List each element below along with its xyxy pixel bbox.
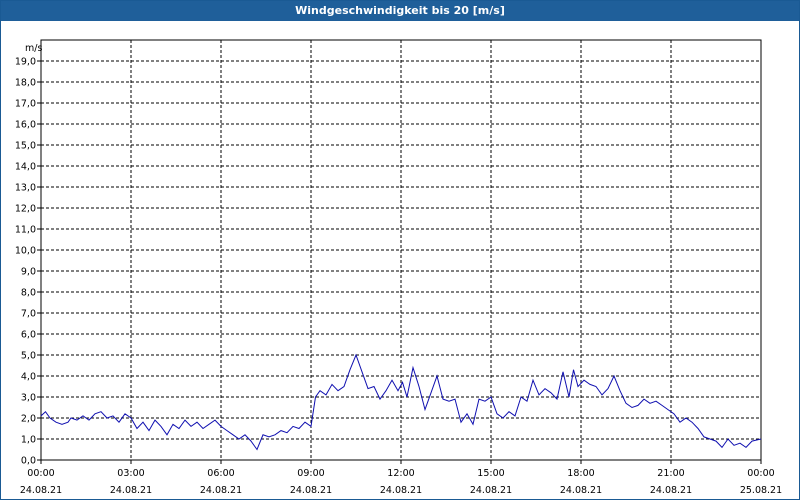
window-title: Windgeschwindigkeit bis 20 [m/s] [1,1,799,21]
y-axis-unit-label: m/s [25,43,42,54]
chart-window: Windgeschwindigkeit bis 20 [m/s] m/s 0,0… [0,0,800,500]
x-tick-time-label: 00:00 [747,468,774,479]
y-tick-label: 9,0 [21,267,36,278]
x-tick-date-label: 25.08.21 [740,485,782,496]
y-tick-label: 5,0 [21,351,36,362]
x-tick-time-label: 21:00 [657,468,684,479]
x-tick-date-label: 24.08.21 [110,485,152,496]
y-tick-label: 18,0 [15,78,36,89]
y-tick-label: 7,0 [21,309,36,320]
x-tick-time-label: 12:00 [387,468,414,479]
x-tick-time-label: 09:00 [297,468,324,479]
x-tick-time-label: 15:00 [477,468,504,479]
x-tick-date-label: 24.08.21 [380,485,422,496]
x-tick-date-label: 24.08.21 [20,485,62,496]
y-tick-label: 19,0 [15,57,36,68]
y-tick-label: 3,0 [21,393,36,404]
x-tick-date-label: 24.08.21 [290,485,332,496]
grid [41,40,761,460]
x-tick-time-label: 06:00 [207,468,234,479]
y-tick-label: 12,0 [15,204,36,215]
x-tick-time-label: 00:00 [27,468,54,479]
y-tick-label: 0,0 [21,456,36,467]
y-tick-label: 10,0 [15,246,36,257]
x-tick-date-label: 24.08.21 [560,485,602,496]
wind-speed-chart: m/s 0,0 1,0 2,0 3,0 4,0 5,0 6,0 7,0 8,0 9,0 10,0 11… [15,39,782,496]
x-tick-date-label: 24.08.21 [650,485,692,496]
y-tick-label: 16,0 [15,120,36,131]
y-tick-labels: 0,0 1,0 2,0 3,0 4,0 5,0 6,0 7,0 8,0 9,0 10,0 11,0 12… [15,57,36,467]
y-tick-label: 1,0 [21,435,36,446]
axes [37,39,762,464]
y-tick-label: 2,0 [21,414,36,425]
y-tick-label: 11,0 [15,225,36,236]
y-tick-label: 4,0 [21,372,36,383]
y-tick-label: 14,0 [15,162,36,173]
x-tick-time-label: 18:00 [567,468,594,479]
y-tick-label: 17,0 [15,99,36,110]
x-tick-time-label: 03:00 [117,468,144,479]
y-tick-label: 13,0 [15,183,36,194]
x-tick-date-label: 24.08.21 [470,485,512,496]
x-tick-date-label: 24.08.21 [200,485,242,496]
x-tick-labels: 00:00 24.08.21 03:00 24.08.21 06:00 24.08.21 0… [20,468,782,496]
y-tick-label: 6,0 [21,330,36,341]
y-tick-label: 15,0 [15,141,36,152]
y-tick-label: 8,0 [21,288,36,299]
